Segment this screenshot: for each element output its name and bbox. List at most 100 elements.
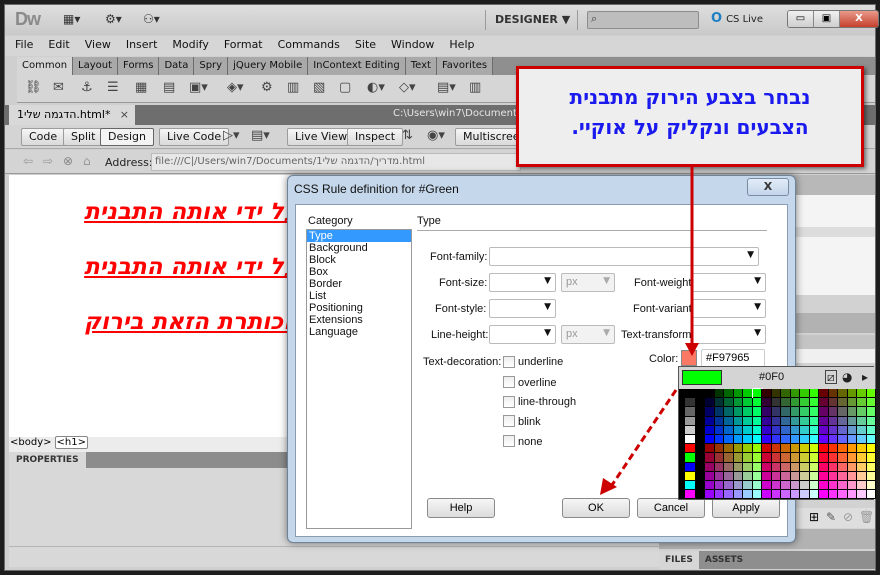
color-swatch[interactable]	[781, 434, 791, 445]
color-swatch[interactable]	[714, 444, 724, 454]
color-swatch[interactable]	[781, 425, 791, 435]
color-swatch[interactable]	[705, 425, 715, 435]
color-swatch[interactable]	[790, 444, 800, 454]
heading-2[interactable]: על ידי אותה התבנית	[84, 254, 299, 280]
color-swatch[interactable]	[751, 387, 763, 400]
color-swatch[interactable]	[781, 444, 791, 454]
color-swatch[interactable]	[800, 407, 810, 417]
color-swatch[interactable]	[809, 398, 819, 408]
color-swatch[interactable]	[743, 434, 753, 445]
basic-color-swatch[interactable]	[685, 416, 695, 426]
category-type[interactable]: Type	[307, 230, 411, 242]
color-swatch[interactable]	[838, 453, 848, 463]
head-icon[interactable]: ◐▾	[367, 80, 385, 95]
color-swatch[interactable]	[866, 407, 876, 417]
color-swatch[interactable]	[866, 434, 876, 445]
color-swatch[interactable]	[705, 434, 715, 445]
color-swatch[interactable]	[752, 471, 762, 481]
validate-icon[interactable]: ▤▾	[251, 128, 270, 143]
color-swatch[interactable]	[828, 444, 838, 454]
tab-text[interactable]: Text	[405, 57, 437, 75]
color-swatch[interactable]	[705, 490, 715, 500]
color-swatch[interactable]	[733, 398, 743, 408]
color-swatch[interactable]	[724, 389, 734, 399]
color-swatch[interactable]	[809, 444, 819, 454]
color-swatch[interactable]	[838, 480, 848, 491]
color-swatch[interactable]	[819, 471, 829, 481]
tag-h1[interactable]: <h1>	[54, 436, 88, 449]
line-through-checkbox[interactable]	[503, 396, 515, 408]
color-swatch[interactable]	[733, 407, 743, 417]
color-swatch[interactable]	[809, 407, 819, 417]
color-swatch[interactable]	[733, 462, 743, 472]
color-swatch[interactable]	[705, 453, 715, 463]
color-swatch[interactable]	[819, 416, 829, 426]
color-swatch[interactable]	[724, 471, 734, 481]
color-swatch[interactable]	[866, 471, 876, 481]
color-swatch[interactable]	[781, 453, 791, 463]
no-color-icon[interactable]: ⧄	[825, 370, 837, 384]
gear-icon[interactable]: ⚙▾	[105, 12, 122, 26]
tab-forms[interactable]: Forms	[118, 57, 160, 75]
color-swatch[interactable]	[724, 490, 734, 500]
color-swatch[interactable]	[752, 480, 762, 491]
color-swatch[interactable]	[743, 416, 753, 426]
color-swatch[interactable]	[790, 398, 800, 408]
color-swatch[interactable]	[800, 416, 810, 426]
color-swatch[interactable]	[724, 398, 734, 408]
color-swatch[interactable]	[857, 471, 867, 481]
color-swatch[interactable]	[857, 434, 867, 445]
color-swatch[interactable]	[847, 490, 857, 500]
color-swatch[interactable]	[800, 480, 810, 491]
palette-menu-icon[interactable]: ▸	[862, 370, 868, 384]
color-swatch[interactable]	[790, 434, 800, 445]
disable-icon[interactable]: ⊘	[843, 510, 853, 524]
color-swatch[interactable]	[705, 480, 715, 491]
color-swatch[interactable]	[781, 471, 791, 481]
color-swatch[interactable]	[752, 444, 762, 454]
color-swatch[interactable]	[800, 471, 810, 481]
category-language[interactable]: Language	[307, 326, 411, 338]
color-swatch[interactable]	[800, 453, 810, 463]
new-rule-icon[interactable]: ⊞	[809, 510, 819, 524]
color-swatch[interactable]	[819, 462, 829, 472]
color-swatch[interactable]	[752, 453, 762, 463]
color-swatch[interactable]	[790, 425, 800, 435]
div-icon[interactable]: ▤	[163, 80, 175, 95]
color-swatch[interactable]	[819, 480, 829, 491]
tag-body[interactable]: <body>	[9, 437, 53, 448]
system-color-picker-icon[interactable]: ◕	[842, 370, 852, 384]
color-swatch[interactable]	[733, 434, 743, 445]
color-swatch[interactable]	[724, 480, 734, 491]
color-swatch[interactable]	[733, 425, 743, 435]
home-icon[interactable]: ⌂	[83, 154, 91, 168]
menu-file[interactable]: File	[15, 36, 33, 56]
color-swatch[interactable]	[838, 398, 848, 408]
stop-icon[interactable]: ⊗	[63, 154, 73, 168]
color-swatch[interactable]	[828, 407, 838, 417]
color-swatch[interactable]	[847, 398, 857, 408]
color-swatch[interactable]	[743, 490, 753, 500]
color-swatch[interactable]	[714, 480, 724, 491]
color-swatch[interactable]	[771, 444, 781, 454]
category-list[interactable]: Type Background Block Box Border List Po…	[306, 229, 412, 529]
color-swatch[interactable]	[743, 471, 753, 481]
color-swatch[interactable]	[781, 480, 791, 491]
color-swatch[interactable]	[733, 453, 743, 463]
tab-assets[interactable]: ASSETS	[699, 551, 749, 569]
color-swatch[interactable]	[724, 444, 734, 454]
help-button[interactable]: Help	[427, 498, 495, 518]
color-swatch[interactable]	[752, 407, 762, 417]
color-swatch[interactable]	[714, 453, 724, 463]
color-swatch[interactable]	[857, 453, 867, 463]
color-swatch[interactable]	[819, 453, 829, 463]
color-swatch[interactable]	[771, 453, 781, 463]
menu-view[interactable]: View	[85, 36, 111, 56]
comment-icon[interactable]: ▢	[339, 80, 351, 95]
color-swatch[interactable]	[705, 444, 715, 454]
color-swatch[interactable]	[762, 425, 772, 435]
color-swatch[interactable]	[724, 453, 734, 463]
color-swatch[interactable]	[828, 416, 838, 426]
color-swatch[interactable]	[866, 444, 876, 454]
color-swatch[interactable]	[762, 416, 772, 426]
